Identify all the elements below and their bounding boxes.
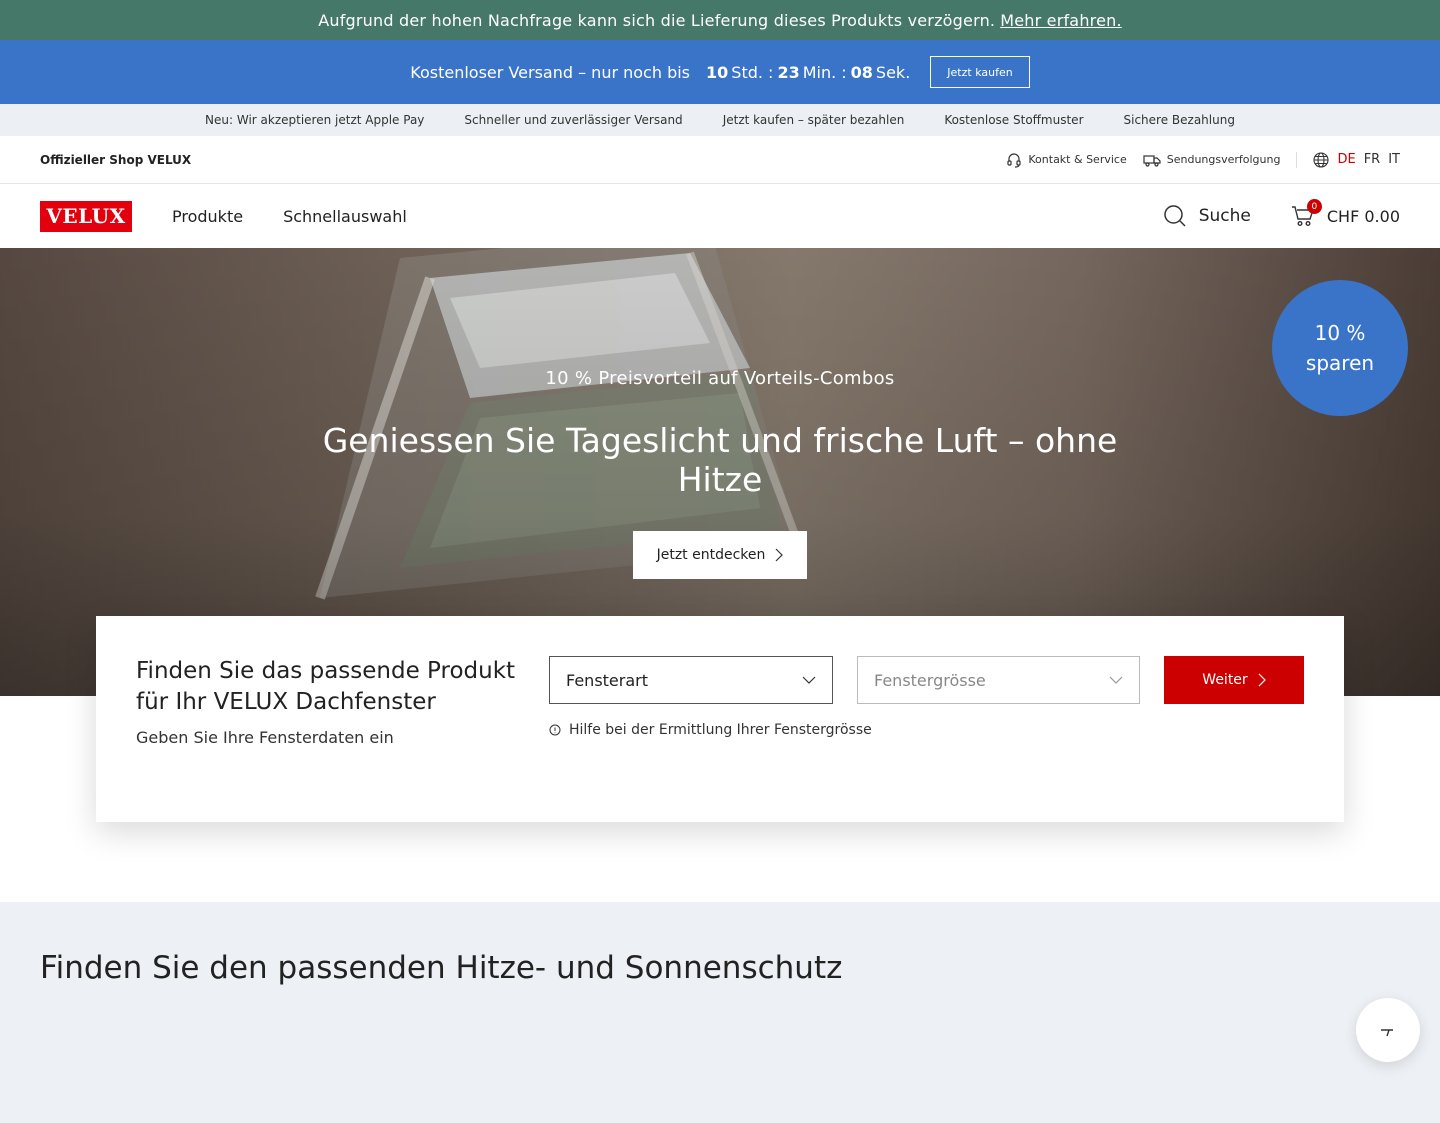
hero-title: Geniessen Sie Tageslicht und frische Luf… [322, 421, 1118, 499]
discover-now-button[interactable]: Jetzt entdecken [632, 531, 808, 579]
truck-icon [1143, 154, 1161, 167]
save-percent-badge: 10 % sparen [1272, 280, 1408, 416]
discover-now-label: Jetzt entdecken [656, 547, 766, 563]
window-size-help-link[interactable]: Hilfe bei der Ermittlung Ihrer Fenstergr… [549, 722, 1304, 738]
countdown-seconds-unit: Sek. [875, 62, 911, 82]
usp-item: Schneller und zuverlässiger Versand [464, 113, 683, 127]
save-badge-text: sparen [1305, 351, 1375, 375]
next-label: Weiter [1202, 672, 1248, 688]
utility-bar: Offizieller Shop VELUX Kontakt & Service… [0, 136, 1440, 184]
search-button[interactable]: Suche [1163, 204, 1251, 228]
usp-item: Neu: Wir akzeptieren jetzt Apple Pay [205, 113, 425, 127]
usp-item: Jetzt kaufen – später bezahlen [722, 113, 905, 127]
hero-kicker: 10 % Preisvorteil auf Vorteils-Combos [545, 368, 895, 389]
official-shop-label: Offizieller Shop VELUX [40, 152, 192, 167]
countdown-minutes-unit: Min. : [802, 62, 847, 82]
usp-item: Kostenlose Stoffmuster [944, 113, 1084, 127]
chevron-right-icon [775, 548, 784, 562]
section-title: Finden Sie den passenden Hitze- und Sonn… [40, 950, 843, 986]
scroll-helper-button[interactable] [1356, 998, 1420, 1062]
velux-logo[interactable]: VELUX [40, 200, 132, 232]
nav-item-products[interactable]: Produkte [172, 207, 243, 226]
language-it[interactable]: IT [1388, 152, 1400, 167]
language-switcher: DE FR IT [1296, 151, 1400, 168]
usp-item: Sichere Bezahlung [1123, 113, 1235, 127]
cart-button[interactable]: 0 CHF 0.00 [1291, 199, 1400, 227]
headset-icon [1007, 152, 1021, 168]
chevron-icon [1381, 1029, 1393, 1037]
globe-icon [1313, 151, 1330, 168]
free-shipping-promo-bar: Kostenloser Versand – nur noch bis 10 Std… [0, 40, 1440, 104]
window-size-select[interactable]: Fenstergrösse [857, 656, 1140, 704]
cart-count-badge: 0 [1306, 199, 1322, 214]
chevron-down-icon [802, 676, 816, 684]
cart-total: CHF 0.00 [1326, 206, 1400, 226]
sun-protection-section: Finden Sie den passenden Hitze- und Sonn… [0, 902, 1440, 1123]
chevron-down-icon [1109, 676, 1123, 684]
chevron-right-icon [1258, 673, 1266, 687]
countdown-seconds: 08 [850, 62, 873, 82]
buy-now-button[interactable]: Jetzt kaufen [930, 56, 1030, 88]
promo-text: Kostenloser Versand – nur noch bis [410, 62, 691, 82]
product-finder: Finden Sie das passende Produkt für Ihr … [96, 616, 1344, 822]
language-de[interactable]: DE [1337, 152, 1355, 167]
countdown-timer: 10 Std. : 23 Min. : 08 Sek. [706, 63, 914, 82]
window-size-help-label: Hilfe bei der Ermittlung Ihrer Fenstergr… [569, 722, 872, 738]
usp-bar: Neu: Wir akzeptieren jetzt Apple Pay Sch… [0, 104, 1440, 136]
language-fr[interactable]: FR [1364, 152, 1381, 167]
save-badge-percent: 10 % [1314, 321, 1366, 345]
window-type-select[interactable]: Fensterart [549, 656, 833, 704]
countdown-minutes: 23 [777, 62, 800, 82]
info-icon [549, 724, 561, 736]
next-button[interactable]: Weiter [1164, 656, 1304, 704]
finder-title: Finden Sie das passende Produkt für Ihr … [136, 658, 516, 715]
delivery-notice-text: Aufgrund der hohen Nachfrage kann sich d… [318, 10, 996, 30]
window-type-value: Fensterart [566, 670, 648, 690]
learn-more-link[interactable]: Mehr erfahren. [1000, 11, 1122, 30]
nav-item-quick-select[interactable]: Schnellauswahl [283, 207, 407, 226]
utility-links: Kontakt & Service Sendungsverfolgung DE … [990, 151, 1400, 168]
contact-service-label: Kontakt & Service [1028, 153, 1127, 166]
finder-subtitle: Geben Sie Ihre Fensterdaten ein [136, 728, 394, 747]
countdown-hours: 10 [706, 62, 729, 82]
shipment-tracking-link[interactable]: Sendungsverfolgung [1143, 153, 1281, 167]
search-icon [1163, 205, 1186, 227]
contact-service-link[interactable]: Kontakt & Service [1006, 152, 1127, 168]
shipment-tracking-label: Sendungsverfolgung [1166, 153, 1281, 166]
countdown-hours-unit: Std. : [731, 62, 774, 82]
window-size-value: Fenstergrösse [874, 670, 986, 690]
search-label: Suche [1198, 206, 1251, 226]
main-navigation: VELUX Produkte Schnellauswahl Suche 0 CH… [0, 184, 1440, 248]
delivery-notice-bar: Aufgrund der hohen Nachfrage kann sich d… [0, 0, 1440, 40]
